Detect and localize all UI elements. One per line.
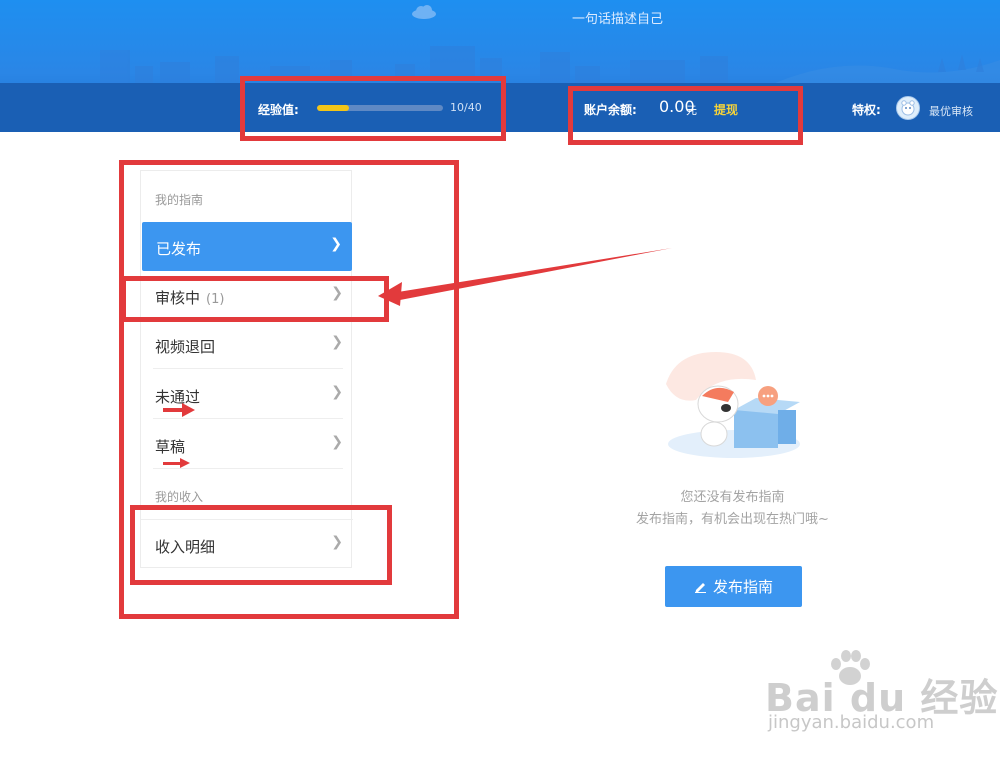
empty-state-title: 您还没有发布指南	[680, 490, 785, 505]
sidebar-item-rejected[interactable]: 未通过 ❯	[141, 370, 353, 419]
privilege-name[interactable]: 最优审核	[929, 103, 973, 119]
sidebar-item-published[interactable]: 已发布 ❯	[142, 222, 352, 271]
watermark-url: jingyan.baidu.com	[768, 712, 935, 733]
exp-progress-fill	[317, 105, 349, 111]
sidebar-item-video-returned[interactable]: 视频退回 ❯	[141, 320, 353, 369]
sidebar-item-drafts[interactable]: 草稿 ❯	[141, 420, 353, 469]
pencil-icon	[694, 583, 706, 593]
sidebar-item-label: 已发布	[156, 240, 202, 258]
sidebar-item-label: 未通过	[155, 388, 201, 406]
withdraw-link[interactable]: 提现	[714, 101, 738, 118]
chevron-right-icon: ❯	[331, 434, 343, 450]
sidebar-item-label: 视频退回	[155, 338, 216, 356]
chevron-right-icon: ❯	[331, 534, 343, 550]
sidebar-item-count: (1)	[206, 292, 225, 307]
chevron-right-icon: ❯	[331, 285, 343, 301]
publish-guide-label: 发布指南	[712, 578, 773, 596]
empty-state-mascot-illustration	[666, 352, 800, 458]
sidebar-item-income-details[interactable]: 收入明细 ❯	[141, 519, 353, 568]
privilege-label: 特权:	[852, 103, 881, 117]
section-label-guides: 我的指南	[155, 193, 204, 207]
chevron-right-icon: ❯	[331, 334, 343, 350]
balance-unit: 元	[686, 104, 697, 117]
sidebar-item-reviewing[interactable]: 审核中 (1) ❯	[141, 271, 353, 320]
publish-guide-button[interactable]: 发布指南	[665, 566, 802, 607]
exp-progress-bar	[317, 105, 443, 111]
annotation-arrow-head	[378, 282, 402, 306]
chevron-right-icon: ❯	[330, 236, 342, 252]
stats-bar	[0, 83, 1000, 132]
section-label-income: 我的收入	[155, 490, 204, 504]
balance-label: 账户余额:	[584, 103, 637, 117]
exp-label: 经验值:	[258, 103, 299, 117]
empty-state-hint: 发布指南，有机会出现在热门哦~	[636, 512, 829, 527]
annotation-arrow-large	[398, 248, 672, 300]
sidebar-item-label: 审核中	[155, 289, 201, 307]
profile-tagline[interactable]: 一句话描述自己	[0, 8, 1000, 27]
sidebar-menu: 我的指南 已发布 ❯ 审核中 (1) ❯ 视频退回 ❯ 未通过 ❯ 草稿 ❯ 我的…	[140, 170, 353, 568]
privilege-badge-icon	[896, 96, 920, 120]
chevron-right-icon: ❯	[331, 384, 343, 400]
sidebar-item-label: 草稿	[155, 438, 186, 456]
exp-count: 10/40	[450, 101, 482, 114]
sidebar-item-label: 收入明细	[155, 538, 216, 556]
